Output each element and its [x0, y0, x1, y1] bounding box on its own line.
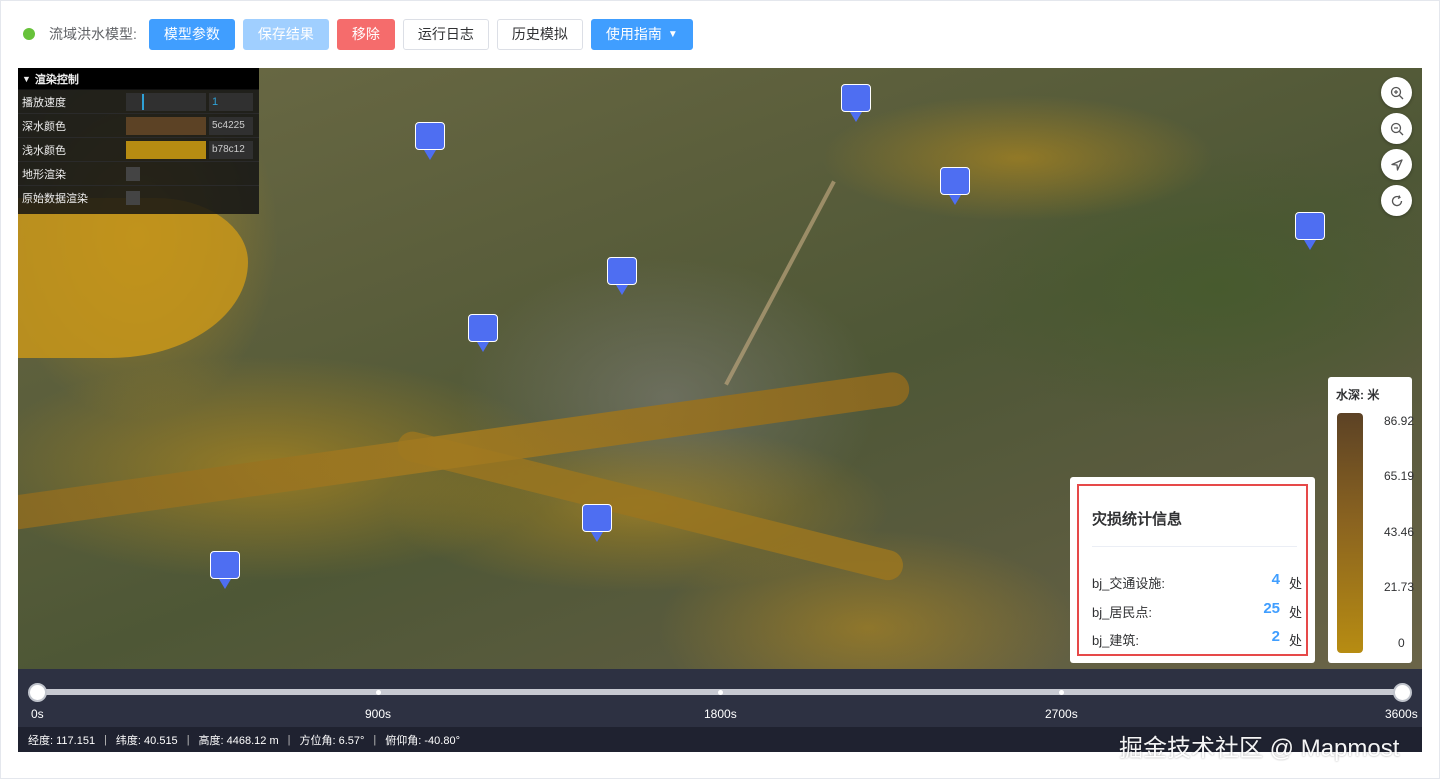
map-marker-icon[interactable]	[468, 314, 498, 352]
legend-tick: 21.73	[1384, 580, 1415, 594]
locate-icon	[1390, 158, 1403, 171]
longitude-readout: 经度: 117.151	[28, 734, 96, 747]
map-marker-icon[interactable]	[1295, 212, 1325, 250]
user-guide-label: 使用指南	[605, 26, 662, 42]
stat-row-traffic: bj_交通设施: 4 处	[1092, 571, 1302, 591]
timeline-label: 1800s	[704, 707, 737, 721]
zoom-out-button[interactable]	[1381, 113, 1412, 144]
map-marker-icon[interactable]	[582, 504, 612, 542]
flood-area	[18, 198, 248, 358]
stat-unit: 处	[1288, 576, 1302, 591]
stat-unit: 处	[1288, 633, 1302, 648]
deep-color-input[interactable]: 5c4225	[209, 116, 253, 135]
speed-input[interactable]: 1	[209, 92, 253, 111]
legend-tick: 0	[1398, 636, 1405, 650]
reset-button[interactable]	[1381, 185, 1412, 216]
toolbar: 流域洪水模型: 模型参数 保存结果 移除 运行日志 历史模拟 使用指南 ▼	[1, 1, 1440, 67]
deep-color-row: 深水颜色 5c4225	[18, 114, 259, 138]
flood-river	[18, 370, 912, 532]
height-readout: 高度: 4468.12 m	[198, 734, 279, 747]
terrain-label: 地形渲染	[22, 168, 66, 181]
timeline-dot	[718, 690, 723, 695]
map-marker-icon[interactable]	[607, 257, 637, 295]
status-dot-icon	[23, 28, 35, 40]
stat-name: bj_交通设施:	[1092, 576, 1165, 591]
speed-slider-thumb[interactable]	[141, 93, 144, 110]
history-simulation-button[interactable]: 历史模拟	[496, 18, 583, 50]
timeline-label: 3600s	[1385, 707, 1418, 721]
remove-button[interactable]: 移除	[336, 18, 395, 50]
render-control-panel: ▼ 渲染控制 播放速度 1 深水颜色 5c4225 浅水颜色 b78c12 地形…	[18, 68, 259, 214]
deep-color-label: 深水颜色	[22, 120, 66, 133]
depth-legend: 水深: 米 86.92 65.19 43.46 21.73 0	[1328, 377, 1415, 663]
deep-color-swatch[interactable]	[126, 116, 206, 135]
stat-unit: 处	[1288, 605, 1302, 620]
caret-down-icon: ▼	[22, 73, 31, 84]
pitch-readout: 俯仰角: -40.80°	[385, 734, 460, 747]
raw-data-checkbox[interactable]	[126, 191, 140, 205]
stat-row-building: bj_建筑: 2 处	[1092, 628, 1302, 648]
app-frame: 流域洪水模型: 模型参数 保存结果 移除 运行日志 历史模拟 使用指南 ▼ ▼ …	[0, 0, 1440, 779]
legend-tick: 43.46	[1384, 525, 1415, 539]
reset-icon	[1391, 194, 1402, 206]
latitude-readout: 纬度: 40.515	[115, 734, 178, 747]
model-label: 流域洪水模型:	[49, 26, 137, 42]
damage-stats-highlight: 灾损统计信息 bj_交通设施: 4 处 bj_居民点: 25 处 bj_建筑: …	[1077, 484, 1308, 656]
zoom-in-icon	[1390, 86, 1403, 99]
timeline: 0s 900s 1800s 2700s 3600s	[18, 669, 1422, 727]
map-marker-icon[interactable]	[940, 167, 970, 205]
legend-color-bar	[1337, 413, 1363, 653]
legend-title: 水深: 米	[1336, 388, 1380, 402]
terrain-row: 地形渲染	[18, 162, 259, 186]
timeline-end-knob[interactable]	[1393, 683, 1412, 702]
timeline-label: 2700s	[1045, 707, 1078, 721]
road	[724, 180, 836, 386]
legend-tick: 65.19	[1384, 469, 1415, 483]
locate-button[interactable]	[1381, 149, 1412, 180]
speed-slider[interactable]	[126, 92, 206, 111]
stat-name: bj_建筑:	[1092, 633, 1139, 648]
model-params-button[interactable]: 模型参数	[148, 18, 235, 50]
damage-stats-title: 灾损统计信息	[1092, 511, 1183, 528]
run-log-button[interactable]: 运行日志	[402, 18, 489, 50]
timeline-dot	[1059, 690, 1064, 695]
map-marker-icon[interactable]	[210, 551, 240, 589]
heading-readout: 方位角: 6.57°	[299, 734, 365, 747]
speed-label: 播放速度	[22, 96, 66, 109]
stat-row-residential: bj_居民点: 25 处	[1092, 600, 1302, 620]
timeline-label: 900s	[365, 707, 392, 721]
speed-row: 播放速度 1	[18, 90, 259, 114]
timeline-start-knob[interactable]	[28, 683, 47, 702]
timeline-dot	[376, 690, 381, 695]
timeline-label: 0s	[31, 707, 44, 721]
raw-data-label: 原始数据渲染	[22, 193, 88, 205]
zoom-in-button[interactable]	[1381, 77, 1412, 108]
map-marker-icon[interactable]	[841, 84, 871, 122]
render-control-title: 渲染控制	[34, 73, 79, 86]
watermark: 掘金技术社区 @ Mapmost	[1119, 735, 1400, 762]
render-control-header[interactable]: ▼ 渲染控制	[18, 68, 259, 90]
stat-value: 4	[1271, 571, 1280, 588]
shallow-color-row: 浅水颜色 b78c12	[18, 138, 259, 162]
stat-value: 2	[1271, 628, 1280, 645]
shallow-color-input[interactable]: b78c12	[209, 140, 253, 159]
terrain-checkbox[interactable]	[126, 166, 140, 181]
damage-stats-panel: 灾损统计信息 bj_交通设施: 4 处 bj_居民点: 25 处 bj_建筑: …	[1070, 477, 1315, 663]
zoom-out-icon	[1390, 122, 1403, 135]
user-guide-button[interactable]: 使用指南 ▼	[590, 18, 693, 50]
shallow-color-label: 浅水颜色	[22, 144, 66, 157]
raw-data-row: 原始数据渲染	[18, 186, 259, 210]
divider	[1092, 546, 1297, 547]
save-results-button[interactable]: 保存结果	[242, 18, 329, 50]
stat-value: 25	[1263, 600, 1280, 617]
map-marker-icon[interactable]	[415, 122, 445, 160]
legend-tick: 86.92	[1384, 414, 1415, 428]
stat-name: bj_居民点:	[1092, 605, 1152, 620]
shallow-color-swatch[interactable]	[126, 140, 206, 159]
chevron-down-icon: ▼	[667, 28, 678, 40]
